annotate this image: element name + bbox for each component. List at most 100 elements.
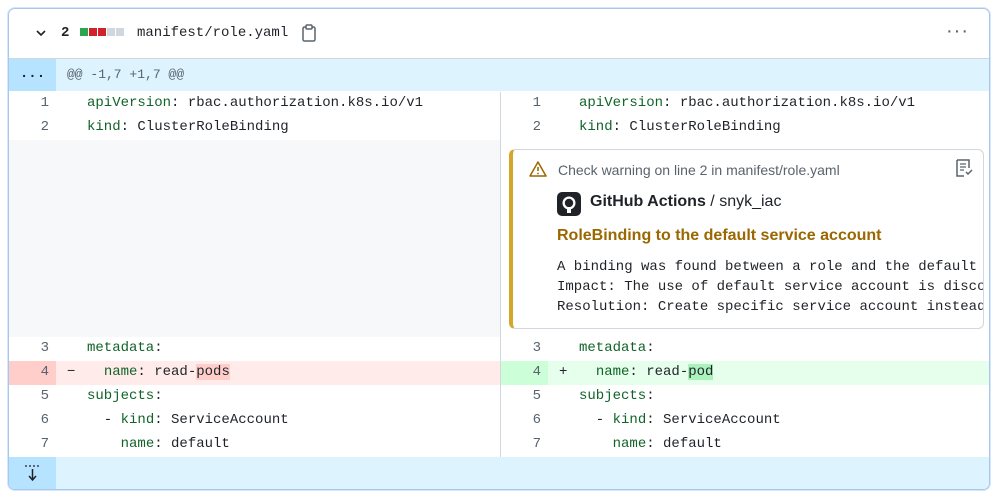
diffstat-block bbox=[107, 28, 115, 36]
diffstat-block bbox=[89, 28, 97, 36]
annotation-body-line: Resolution: Create specific service acco… bbox=[557, 299, 984, 315]
file-name[interactable]: manifest/role.yaml bbox=[137, 25, 288, 41]
yaml-key: kind bbox=[87, 119, 121, 135]
yaml-value: default bbox=[162, 436, 230, 452]
line-number[interactable]: 7 bbox=[9, 436, 49, 452]
diffstat-block bbox=[116, 28, 124, 36]
code-indent: - bbox=[87, 412, 121, 428]
code-line: name: default bbox=[87, 436, 230, 452]
source-app[interactable]: GitHub Actions bbox=[590, 193, 706, 210]
code-line: - kind: ServiceAccount bbox=[579, 412, 781, 428]
line-number[interactable]: 6 bbox=[501, 412, 541, 428]
annotation-body-line: A binding was found between a role and t… bbox=[557, 259, 984, 275]
more-options-icon[interactable]: ··· bbox=[946, 21, 969, 41]
yaml-key: subjects bbox=[579, 388, 647, 404]
right-line: 7 name: default bbox=[500, 433, 989, 457]
left-line: 4 − name: read-pods bbox=[9, 361, 500, 385]
right-line: 4 + name: read-pod bbox=[500, 361, 989, 385]
code-line: metadata: bbox=[87, 340, 163, 356]
expand-bottom-bar bbox=[9, 457, 989, 489]
diff-file-container: 2 manifest/role.yaml ··· ... @@ -1,7 +1,… bbox=[8, 8, 990, 490]
file-header: 2 manifest/role.yaml ··· bbox=[9, 9, 989, 59]
yaml-key: kind bbox=[612, 412, 647, 428]
code-line: name: default bbox=[579, 436, 722, 452]
yaml-key: name bbox=[595, 364, 630, 380]
yaml-value: rbac.authorization.k8s.io/v1 bbox=[671, 95, 916, 111]
yaml-key: apiVersion bbox=[579, 95, 664, 111]
line-number[interactable]: 4 bbox=[9, 364, 49, 380]
yaml-value: ClusterRoleBinding bbox=[621, 119, 781, 135]
line-number[interactable]: 7 bbox=[501, 436, 541, 452]
expand-down-button[interactable] bbox=[9, 457, 56, 489]
left-line: 3 metadata: bbox=[9, 337, 500, 361]
annotation-body-line: Impact: The use of default service accou… bbox=[557, 279, 984, 295]
yaml-key: apiVersion bbox=[87, 95, 172, 111]
right-line: 3 metadata: bbox=[500, 337, 989, 361]
diff-sign: − bbox=[67, 364, 76, 380]
yaml-key: name bbox=[103, 364, 138, 380]
right-line: 2 kind: ClusterRoleBinding bbox=[500, 116, 989, 140]
warning-icon bbox=[529, 161, 547, 177]
yaml-value: default bbox=[654, 436, 722, 452]
changed-word: pods bbox=[196, 364, 230, 380]
source-job: snyk_iac bbox=[719, 193, 782, 210]
chevron-down-icon[interactable] bbox=[35, 27, 47, 39]
unfold-down-icon bbox=[25, 465, 40, 482]
expand-up-button[interactable]: ... bbox=[9, 59, 56, 91]
annotation-title: Check warning on line 2 in manifest/role… bbox=[558, 162, 840, 178]
code-line: kind: ClusterRoleBinding bbox=[579, 119, 781, 135]
yaml-value: read- bbox=[145, 364, 197, 380]
yaml-key: metadata bbox=[579, 340, 647, 356]
code-line: name: read-pod bbox=[579, 364, 714, 380]
code-line: - kind: ServiceAccount bbox=[87, 412, 289, 428]
right-line: 5 subjects: bbox=[500, 385, 989, 409]
code-line: metadata: bbox=[579, 340, 655, 356]
view-raw-icon[interactable] bbox=[955, 158, 973, 178]
line-number[interactable]: 6 bbox=[9, 412, 49, 428]
line-number[interactable]: 4 bbox=[501, 364, 541, 380]
yaml-key: metadata bbox=[87, 340, 155, 356]
right-line: 6 - kind: ServiceAccount bbox=[500, 409, 989, 433]
check-annotation: Check warning on line 2 in manifest/role… bbox=[509, 149, 984, 329]
code-indent: - bbox=[579, 412, 613, 428]
hunk-header: ... @@ -1,7 +1,7 @@ bbox=[9, 59, 989, 91]
yaml-key: kind bbox=[120, 412, 155, 428]
yaml-value: read- bbox=[637, 364, 689, 380]
hunk-range: @@ -1,7 +1,7 @@ bbox=[67, 67, 185, 82]
github-actions-icon bbox=[557, 192, 581, 216]
left-line: 2 kind: ClusterRoleBinding bbox=[9, 116, 500, 140]
diff-sign: + bbox=[559, 364, 568, 380]
diffstat bbox=[80, 28, 124, 36]
line-number[interactable]: 3 bbox=[501, 340, 541, 356]
code-line: subjects: bbox=[579, 388, 655, 404]
line-number[interactable]: 5 bbox=[9, 388, 49, 404]
line-number[interactable]: 5 bbox=[501, 388, 541, 404]
line-number[interactable]: 3 bbox=[9, 340, 49, 356]
diffstat-block bbox=[98, 28, 106, 36]
code-line: apiVersion: rbac.authorization.k8s.io/v1 bbox=[579, 95, 916, 111]
right-line: 1 apiVersion: rbac.authorization.k8s.io/v… bbox=[500, 92, 989, 116]
annotation-spacer bbox=[9, 140, 500, 337]
line-number[interactable]: 2 bbox=[501, 119, 541, 135]
line-number[interactable]: 1 bbox=[501, 95, 541, 111]
line-number[interactable]: 2 bbox=[9, 119, 49, 135]
left-line: 5 subjects: bbox=[9, 385, 500, 409]
line-number[interactable]: 1 bbox=[9, 95, 49, 111]
yaml-key: kind bbox=[579, 119, 613, 135]
yaml-key: name bbox=[120, 436, 155, 452]
yaml-key: name bbox=[612, 436, 647, 452]
code-line: name: read-pods bbox=[87, 364, 230, 380]
annotation-heading: RoleBinding to the default service accou… bbox=[557, 227, 882, 244]
code-line: kind: ClusterRoleBinding bbox=[87, 119, 289, 135]
annotation-source: GitHub Actions / snyk_iac bbox=[590, 193, 781, 211]
annotation-body: A binding was found between a role and t… bbox=[557, 257, 984, 317]
copy-icon[interactable] bbox=[301, 24, 317, 42]
changes-count: 2 bbox=[61, 25, 70, 41]
left-line: 6 - kind: ServiceAccount bbox=[9, 409, 500, 433]
yaml-value: ServiceAccount bbox=[654, 412, 781, 428]
code-line: subjects: bbox=[87, 388, 163, 404]
